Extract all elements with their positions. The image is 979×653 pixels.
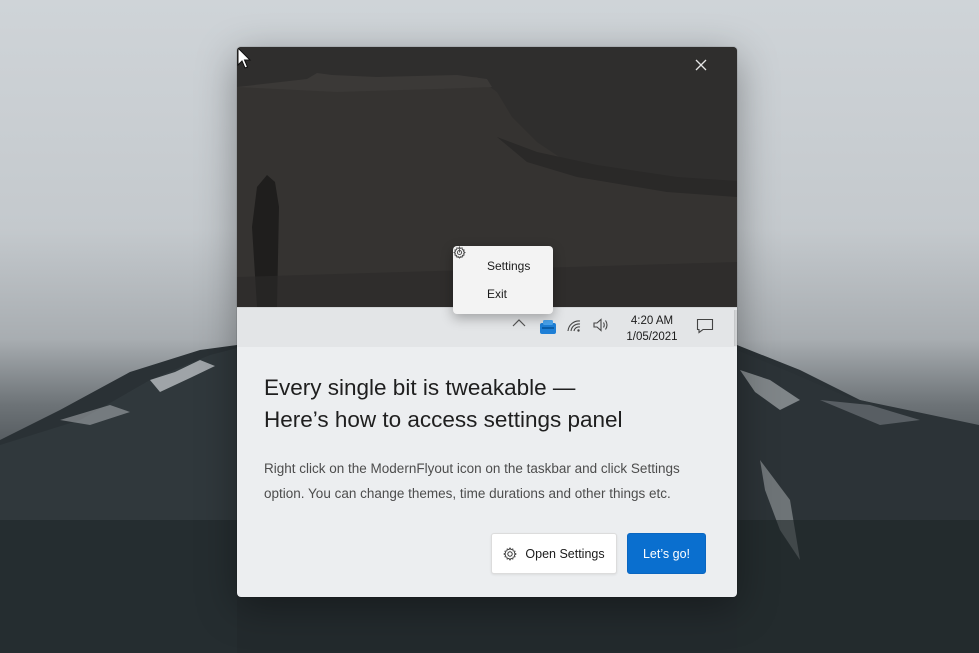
gear-icon [453, 246, 478, 273]
mouse-cursor-icon [237, 47, 252, 69]
notification-icon[interactable] [696, 318, 716, 338]
wifi-icon[interactable] [566, 318, 586, 338]
taskbar-time: 4:20 AM [630, 315, 674, 327]
gear-icon [503, 546, 518, 561]
taskbar-clock[interactable]: 4:20 AM 1/05/2021 [621, 313, 683, 345]
dialog-title-line2: Here’s how to access settings panel [264, 407, 623, 432]
volume-icon[interactable] [593, 318, 613, 338]
chevron-up-icon[interactable] [512, 318, 532, 338]
dialog-title: Every single bit is tweakable — Here’s h… [264, 372, 714, 436]
close-icon [695, 59, 707, 71]
lets-go-button[interactable]: Let’s go! [627, 533, 706, 574]
welcome-dialog: 4:20 AM 1/05/2021 Settings Exit Every si… [237, 47, 737, 597]
modernflyout-app-icon[interactable] [539, 318, 559, 338]
taskbar-divider [734, 310, 737, 346]
hero-image: 4:20 AM 1/05/2021 Settings Exit [237, 47, 737, 347]
power-icon [454, 246, 478, 301]
open-settings-label: Open Settings [525, 546, 605, 561]
dialog-description: Right click on the ModernFlyout icon on … [264, 461, 680, 501]
close-button[interactable] [695, 59, 723, 87]
context-menu-label-settings: Settings [487, 259, 531, 273]
dialog-content: Every single bit is tweakable — Here’s h… [264, 372, 714, 506]
open-settings-button[interactable]: Open Settings [491, 533, 617, 574]
dialog-title-line1: Every single bit is tweakable — [264, 375, 576, 400]
context-menu-item-settings[interactable]: Settings [453, 246, 553, 280]
context-menu-item-exit[interactable]: Exit [453, 246, 553, 308]
context-menu-label-exit: Exit [487, 287, 508, 301]
tray-context-menu: Settings Exit [453, 246, 553, 314]
taskbar-date: 1/05/2021 [626, 331, 678, 343]
lets-go-label: Let’s go! [642, 546, 691, 561]
